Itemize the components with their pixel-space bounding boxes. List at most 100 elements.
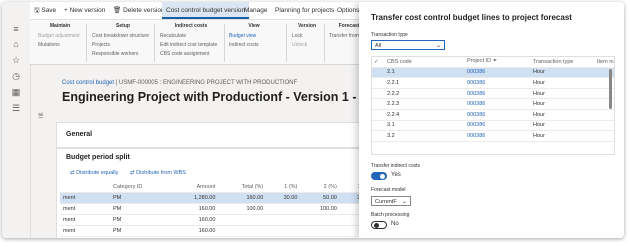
distribute-from-wbs-button[interactable]: ⇄ Distribute from WBS bbox=[130, 170, 186, 176]
grid-header[interactable]: Project ID ⏷ bbox=[465, 57, 531, 68]
row-selector[interactable] bbox=[372, 130, 385, 142]
workspaces-icon[interactable]: ▦ bbox=[11, 87, 21, 97]
grid-cell[interactable]: 2.2.1 bbox=[385, 77, 465, 89]
grid-cell[interactable] bbox=[595, 109, 614, 121]
grid-cell[interactable] bbox=[218, 225, 267, 237]
grid-cell[interactable] bbox=[266, 214, 301, 226]
grid-cell[interactable] bbox=[218, 214, 267, 226]
home-icon[interactable]: ⌂ bbox=[11, 39, 21, 49]
grid-header[interactable]: Item num bbox=[595, 57, 614, 68]
grid-cell[interactable]: 160.00 bbox=[218, 192, 267, 204]
grid-cell[interactable] bbox=[300, 214, 340, 226]
grid-cell[interactable]: 000386 bbox=[465, 88, 531, 100]
grid-cell[interactable] bbox=[595, 88, 614, 100]
row-selector[interactable] bbox=[372, 67, 385, 79]
grid-cell[interactable]: 50.00 bbox=[300, 192, 340, 204]
cost-breakdown-structure-button[interactable]: Cost breakdown structure bbox=[92, 32, 154, 41]
table-row[interactable]: 3.1 000386 Hour bbox=[372, 120, 614, 132]
forecast-model-select[interactable]: CurrentF ⌄ bbox=[371, 196, 411, 206]
grid-cell[interactable] bbox=[266, 225, 301, 237]
recent-clock-icon[interactable]: ◷ bbox=[11, 71, 21, 81]
budget-adjustment-button[interactable]: Budget adjustment bbox=[38, 32, 82, 41]
recalculate-button[interactable]: Recalculate bbox=[160, 32, 222, 41]
row-selector[interactable] bbox=[372, 109, 385, 121]
grid-cell[interactable]: Hour bbox=[531, 88, 595, 100]
table-row[interactable]: ment PM 160.00 bbox=[60, 225, 374, 237]
row-selector[interactable] bbox=[372, 120, 385, 132]
grid-scrollbar[interactable] bbox=[609, 69, 612, 109]
grid-cell[interactable]: PM bbox=[110, 225, 172, 237]
grid-cell[interactable]: 100.00 bbox=[218, 203, 267, 215]
mutations-button[interactable]: Mutations bbox=[38, 41, 82, 50]
budget-view-button[interactable]: Budget view bbox=[229, 32, 279, 41]
grid-cell[interactable] bbox=[595, 120, 614, 132]
filter-icon[interactable]: ⩸ bbox=[38, 110, 43, 121]
general-fasttab[interactable] bbox=[56, 122, 366, 148]
grid-cell[interactable]: PM bbox=[110, 192, 172, 204]
grid-cell[interactable]: Hour bbox=[531, 67, 595, 79]
table-row[interactable]: ment PM 160.00 bbox=[60, 214, 374, 226]
cbs-code-assignment-button[interactable]: CBS code assignment bbox=[160, 50, 222, 59]
grid-cell[interactable]: 3.2 bbox=[385, 130, 465, 142]
table-row[interactable]: ment PM 1,280.00 160.00 30.00 50.00 20.0… bbox=[60, 192, 374, 204]
table-row[interactable]: 2.2.1 000386 Hour bbox=[372, 77, 614, 89]
grid-header[interactable]: Amount bbox=[171, 182, 219, 193]
grid-cell[interactable]: PM bbox=[110, 214, 172, 226]
table-row[interactable]: 2.2.2 000386 Hour bbox=[372, 88, 614, 100]
grid-cell[interactable]: Hour bbox=[531, 130, 595, 142]
grid-cell[interactable]: Hour bbox=[531, 98, 595, 110]
filter-funnel-icon[interactable]: ⏷ bbox=[493, 58, 497, 64]
unlock-button[interactable]: Unlock bbox=[292, 41, 322, 50]
grid-header[interactable]: Category ID bbox=[110, 182, 172, 193]
responsible-workers-button[interactable]: Responsible workers bbox=[92, 50, 154, 59]
batch-processing-toggle[interactable] bbox=[371, 221, 387, 229]
grid-cell[interactable]: 160.00 bbox=[171, 203, 219, 215]
select-all-checkmark-icon[interactable]: ✓ bbox=[372, 57, 385, 68]
lock-button[interactable]: Lock bbox=[292, 32, 322, 41]
grid-cell[interactable]: 2.2.3 bbox=[385, 98, 465, 110]
row-selector[interactable] bbox=[372, 88, 385, 100]
grid-cell[interactable]: 000386 bbox=[465, 77, 531, 89]
row-selector[interactable] bbox=[372, 77, 385, 89]
grid-cell[interactable]: 2.1 bbox=[385, 67, 465, 79]
tab-manage[interactable]: Manage bbox=[244, 2, 268, 19]
transaction-type-select[interactable]: All ⌄ bbox=[371, 40, 445, 50]
indirect-costs-view-button[interactable]: Indirect costs bbox=[229, 41, 279, 50]
tab-cost-control-budget-version[interactable]: Cost control budget version bbox=[162, 2, 250, 19]
save-button[interactable]: 🖫 Save bbox=[34, 2, 56, 19]
table-row[interactable]: ment PM 160.00 100.00 100.00 bbox=[60, 203, 374, 215]
table-row[interactable]: 3.2 000386 Hour bbox=[372, 130, 614, 142]
tab-planning-for-projects[interactable]: Planning for projects bbox=[275, 2, 334, 19]
grid-cell[interactable]: PM bbox=[110, 203, 172, 215]
grid-cell[interactable]: 3.1 bbox=[385, 120, 465, 132]
grid-cell[interactable]: Hour bbox=[531, 77, 595, 89]
grid-cell[interactable]: 1,280.00 bbox=[171, 192, 219, 204]
grid-header[interactable]: CBS code bbox=[385, 57, 465, 68]
grid-cell[interactable]: 2.2.2 bbox=[385, 88, 465, 100]
projects-button[interactable]: Projects bbox=[92, 41, 154, 50]
grid-cell[interactable] bbox=[595, 77, 614, 89]
tab-options[interactable]: Options bbox=[337, 2, 359, 19]
grid-header[interactable]: Total (%) bbox=[218, 182, 267, 193]
grid-cell[interactable]: 160.00 bbox=[171, 225, 219, 237]
grid-cell[interactable] bbox=[595, 98, 614, 110]
table-row[interactable]: 2.2.4 000386 Hour bbox=[372, 109, 614, 121]
grid-header[interactable]: 1 (%) bbox=[266, 182, 301, 193]
hamburger-icon[interactable]: ≡ bbox=[11, 24, 21, 34]
grid-cell[interactable] bbox=[300, 225, 340, 237]
transfer-indirect-costs-toggle[interactable] bbox=[371, 172, 387, 180]
table-row[interactable]: 2.2.3 000386 Hour bbox=[372, 98, 614, 110]
grid-cell[interactable]: 000386 bbox=[465, 120, 531, 132]
edit-indirect-cost-template-button[interactable]: Edit indirect cost template bbox=[160, 41, 222, 50]
general-header[interactable]: General bbox=[66, 131, 92, 138]
new-version-button[interactable]: + New version bbox=[64, 2, 105, 19]
grid-cell[interactable]: 30.00 bbox=[266, 192, 301, 204]
grid-cell[interactable]: 100.00 bbox=[300, 203, 340, 215]
grid-header[interactable]: Transaction type bbox=[531, 57, 595, 68]
grid-cell[interactable]: 000386 bbox=[465, 98, 531, 110]
modules-list-icon[interactable]: ☰ bbox=[11, 103, 21, 113]
grid-cell[interactable]: 160.00 bbox=[171, 214, 219, 226]
grid-header[interactable]: 2 (%) bbox=[300, 182, 340, 193]
budget-period-split-header[interactable]: Budget period split bbox=[66, 154, 130, 161]
chevron-down-icon[interactable]: ⌄ bbox=[436, 41, 441, 51]
